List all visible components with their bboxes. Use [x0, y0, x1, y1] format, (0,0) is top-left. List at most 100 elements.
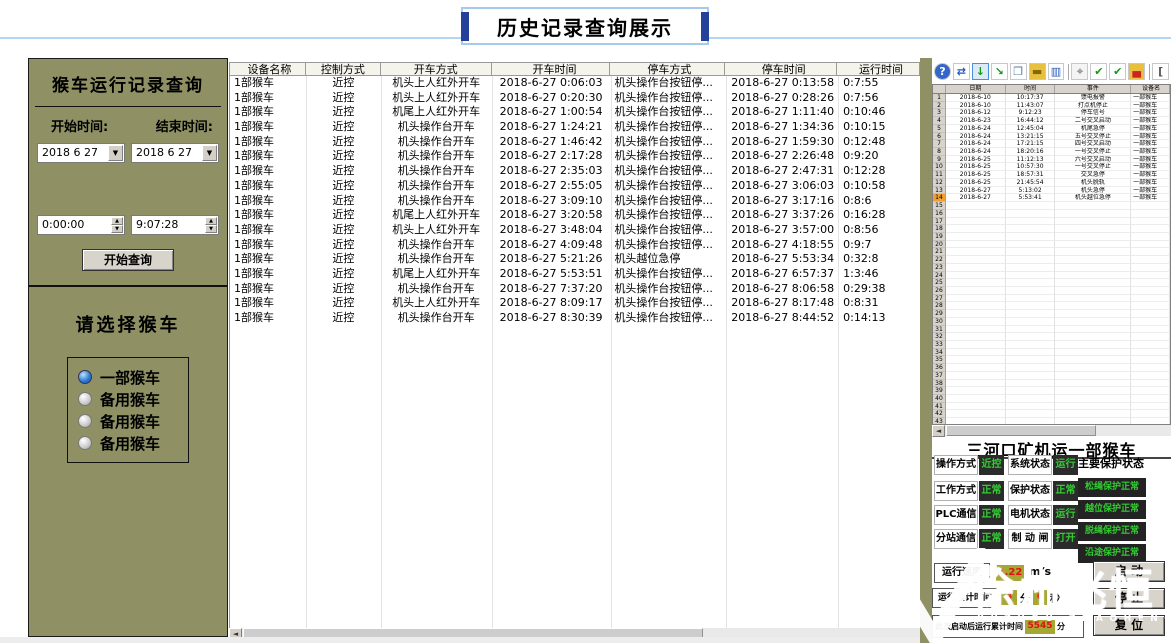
table-row[interactable]: 1部猴车近控机头操作台开车2018-6-27 5:21:26机头越位急停2018… — [230, 252, 920, 267]
start-query-button[interactable]: 开始查询 — [82, 249, 174, 271]
grid-row[interactable]: 18 — [933, 225, 1170, 233]
grid-row[interactable]: 39 — [933, 387, 1170, 395]
chevron-down-icon[interactable]: ▼ — [108, 145, 123, 161]
chevron-down-icon[interactable]: ▼ — [202, 145, 217, 161]
table-row[interactable]: 1部猴车近控机头操作台开车2018-6-27 2:55:05机头操作台按钮停..… — [230, 179, 920, 194]
grid-column-header[interactable]: 事件 — [1055, 85, 1131, 93]
table-row[interactable]: 1部猴车近控机头操作台开车2018-6-27 7:37:20机头操作台按钮停..… — [230, 282, 920, 297]
table-row[interactable]: 1部猴车近控机头操作台开车2018-6-27 1:24:21机头操作台按钮停..… — [230, 120, 920, 135]
table-row[interactable]: 1部猴车近控机头上人红外开车2018-6-27 0:20:30机头操作台按钮停.… — [230, 91, 920, 106]
car-radio-item[interactable]: 备用猴车 — [78, 410, 188, 432]
grid-row[interactable]: 22018-6-1011:43:07打点机停止一部猴车 — [933, 102, 1170, 110]
grid-row[interactable]: 132018-6-275:13:02机头急停一部猴车 — [933, 187, 1170, 195]
grid-row[interactable]: 62018-6-2413:21:15五号交叉停止一部猴车 — [933, 133, 1170, 141]
table-edit-icon[interactable]: ✔ — [1090, 63, 1107, 80]
help-icon[interactable]: ? — [934, 63, 951, 80]
stop-button[interactable]: 停 止 — [1093, 588, 1165, 609]
grid-row[interactable]: 20 — [933, 241, 1170, 249]
grid-row[interactable]: 40 — [933, 395, 1170, 403]
device-icon[interactable]: ⌖ — [1071, 63, 1088, 80]
column-header[interactable]: 开车时间 — [492, 63, 611, 75]
table-row[interactable]: 1部猴车近控机头操作台开车2018-6-27 3:09:10机头操作台按钮停..… — [230, 194, 920, 209]
column-header[interactable]: 停车时间 — [725, 63, 837, 75]
chart-icon[interactable]: ▥ — [1048, 63, 1065, 80]
end-time-spinner[interactable]: 9:07:28 ▲ ▼ — [131, 215, 219, 235]
spin-up-icon[interactable]: ▲ — [205, 217, 217, 225]
grid-row[interactable]: 26 — [933, 287, 1170, 295]
car-radio-item[interactable]: 一部猴车 — [78, 366, 188, 388]
table-row[interactable]: 1部猴车近控机尾上人红外开车2018-6-27 3:20:58机头操作台按钮停.… — [230, 208, 920, 223]
grid-row[interactable]: 122018-6-2521:45:54机头脱轨一部猴车 — [933, 179, 1170, 187]
grid-row[interactable]: 142018-6-275:53:41机头越位急停一部猴车 — [933, 194, 1170, 202]
scroll-left-icon[interactable]: ◄ — [932, 425, 945, 437]
column-header[interactable]: 控制方式 — [306, 63, 381, 75]
grid-row[interactable]: 22 — [933, 256, 1170, 264]
grid-row[interactable]: 27 — [933, 295, 1170, 303]
grid-horizontal-scrollbar[interactable]: ◄ — [932, 425, 1171, 436]
table-row[interactable]: 1部猴车近控机头上人红外开车2018-6-27 0:06:03机头操作台按钮停.… — [230, 76, 920, 91]
grid-column-header[interactable]: 时间 — [1006, 85, 1056, 93]
radio-icon[interactable] — [78, 414, 92, 428]
eject-icon[interactable]: ▄ — [1128, 63, 1145, 80]
grid-row[interactable]: 29 — [933, 310, 1170, 318]
start-date-combobox[interactable]: 2018 6 27 ▼ — [37, 143, 125, 163]
grid-row[interactable]: 30 — [933, 318, 1170, 326]
table-check-icon[interactable]: ✔ — [1109, 63, 1126, 80]
grid-column-header[interactable]: 日期 — [946, 85, 1006, 93]
table-row[interactable]: 1部猴车近控机头上人红外开车2018-6-27 3:48:04机头操作台按钮停.… — [230, 223, 920, 238]
grid-row[interactable]: 19 — [933, 233, 1170, 241]
grid-row[interactable]: 32 — [933, 333, 1170, 341]
car-radio-item[interactable]: 备用猴车 — [78, 432, 188, 454]
grid-column-header[interactable]: 设备名 — [1131, 85, 1170, 93]
grid-row[interactable]: 32018-6-129:12:23停车信号一部猴车 — [933, 109, 1170, 117]
car-radio-item[interactable]: 备用猴车 — [78, 388, 188, 410]
grid-row[interactable]: 25 — [933, 279, 1170, 287]
column-header[interactable]: 运行时间 — [837, 63, 920, 75]
spin-down-icon[interactable]: ▼ — [205, 225, 217, 233]
grid-row[interactable]: 43 — [933, 418, 1170, 425]
grid-row[interactable]: 24 — [933, 272, 1170, 280]
import-icon[interactable]: ↓ — [972, 63, 989, 80]
grid-row[interactable]: 72018-6-2417:21:15四号交叉启动一部猴车 — [933, 140, 1170, 148]
grid-row[interactable]: 31 — [933, 326, 1170, 334]
grid-row[interactable]: 37 — [933, 372, 1170, 380]
copy-icon[interactable]: ❐ — [1010, 63, 1027, 80]
radio-icon[interactable] — [78, 436, 92, 450]
grid-row[interactable]: 17 — [933, 218, 1170, 226]
grid-row[interactable]: 92018-6-2511:12:13六号交叉启动一部猴车 — [933, 156, 1170, 164]
grid-row[interactable]: 41 — [933, 403, 1170, 411]
clipped-icon[interactable]: [ — [1152, 63, 1169, 80]
grid-row[interactable]: 28 — [933, 302, 1170, 310]
table-row[interactable]: 1部猴车近控机头操作台开车2018-6-27 8:30:39机头操作台按钮停..… — [230, 311, 920, 326]
grid-row[interactable]: 12018-6-1010:17:37馈电报警一部猴车 — [933, 94, 1170, 102]
grid-row[interactable]: 102018-6-2510:57:30一号交叉停止一部猴车 — [933, 163, 1170, 171]
table-row[interactable]: 1部猴车近控机头操作台开车2018-6-27 2:35:03机头操作台按钮停..… — [230, 164, 920, 179]
grid-row[interactable]: 16 — [933, 210, 1170, 218]
spin-up-icon[interactable]: ▲ — [111, 217, 123, 225]
grid-row[interactable]: 15 — [933, 202, 1170, 210]
archive-icon[interactable]: ▬ — [1029, 63, 1046, 80]
grid-row[interactable]: 34 — [933, 349, 1170, 357]
table-row[interactable]: 1部猴车近控机尾上人红外开车2018-6-27 5:53:51机头操作台按钮停.… — [230, 267, 920, 282]
start-time-spinner[interactable]: 0:00:00 ▲ ▼ — [37, 215, 125, 235]
grid-row[interactable]: 23 — [933, 264, 1170, 272]
radio-icon[interactable] — [78, 370, 92, 384]
table-row[interactable]: 1部猴车近控机头操作台开车2018-6-27 4:09:48机头操作台按钮停..… — [230, 238, 920, 253]
table-row[interactable]: 1部猴车近控机头操作台开车2018-6-27 1:46:42机头操作台按钮停..… — [230, 135, 920, 150]
column-header[interactable]: 设备名称 — [230, 63, 306, 75]
grid-row[interactable]: 21 — [933, 248, 1170, 256]
grid-row[interactable]: 33 — [933, 341, 1170, 349]
export-exchange-icon[interactable]: ⇄ — [953, 63, 970, 80]
grid-row[interactable]: 36 — [933, 364, 1170, 372]
spin-down-icon[interactable]: ▼ — [111, 225, 123, 233]
grid-row[interactable]: 82018-6-2418:20:16一号交叉停止一部猴车 — [933, 148, 1170, 156]
grid-row[interactable]: 112018-6-2518:57:31交叉急停一部猴车 — [933, 171, 1170, 179]
table-row[interactable]: 1部猴车近控机头操作台开车2018-6-27 2:17:28机头操作台按钮停..… — [230, 149, 920, 164]
end-date-combobox[interactable]: 2018 6 27 ▼ — [131, 143, 219, 163]
reset-button[interactable]: 复 位 — [1093, 615, 1165, 636]
export-save-icon[interactable]: ↘ — [991, 63, 1008, 80]
table-row[interactable]: 1部猴车近控机尾上人红外开车2018-6-27 1:00:54机头操作台按钮停.… — [230, 105, 920, 120]
table-row[interactable]: 1部猴车近控机头上人红外开车2018-6-27 8:09:17机头操作台按钮停.… — [230, 296, 920, 311]
grid-row[interactable]: 38 — [933, 380, 1170, 388]
grid-row[interactable]: 35 — [933, 356, 1170, 364]
